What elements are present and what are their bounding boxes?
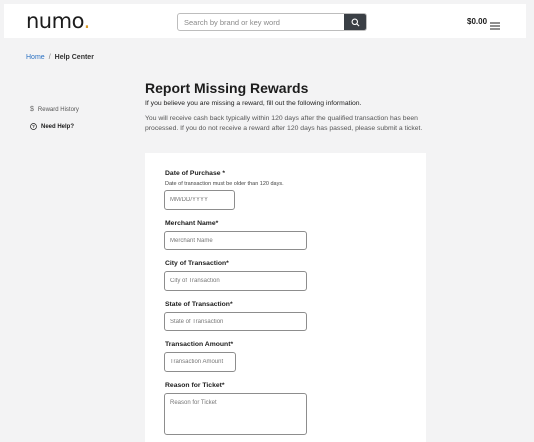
search-input[interactable] xyxy=(178,14,344,30)
hamburger-menu-icon xyxy=(490,22,500,30)
breadcrumb: Home / Help Center xyxy=(26,54,94,61)
merchant-name-field[interactable] xyxy=(164,231,307,250)
dollar-icon: $ xyxy=(30,106,34,113)
reason-for-ticket-field[interactable] xyxy=(164,393,307,435)
search-icon xyxy=(351,18,359,26)
sidebar-item-reward-history[interactable]: $ Reward History xyxy=(30,106,79,113)
date-of-purchase-hint: Date of transaction must be older than 1… xyxy=(165,181,284,187)
sidebar-item-label: Need Help? xyxy=(41,123,75,130)
numo-logo[interactable]: numo. xyxy=(26,9,90,33)
transaction-amount-field[interactable] xyxy=(164,352,236,372)
breadcrumb-separator: / xyxy=(48,54,51,61)
logo-text: numo xyxy=(26,9,84,33)
merchant-name-label: Merchant Name* xyxy=(165,220,219,227)
page-description: You will receive cash back typically wit… xyxy=(145,115,423,132)
transaction-amount-label: Transaction Amount* xyxy=(165,341,234,348)
sidebar-item-need-help[interactable]: ? Need Help? xyxy=(30,123,79,130)
page-subtitle: If you believe you are missing a reward,… xyxy=(145,100,362,107)
state-of-transaction-label: State of Transaction* xyxy=(165,301,233,308)
page-title: Report Missing Rewards xyxy=(145,80,309,96)
date-of-purchase-field[interactable] xyxy=(164,190,235,210)
city-of-transaction-label: City of Transaction* xyxy=(165,260,229,267)
report-form-card: Date of Purchase * Date of transaction m… xyxy=(145,153,426,442)
logo-dot: . xyxy=(83,9,91,33)
sidebar: $ Reward History ? Need Help? xyxy=(30,106,79,130)
city-of-transaction-field[interactable] xyxy=(164,271,307,291)
sidebar-item-label: Reward History xyxy=(37,106,79,113)
search-bar xyxy=(177,13,367,31)
breadcrumb-home-link[interactable]: Home xyxy=(26,54,45,61)
search-button[interactable] xyxy=(344,14,366,30)
help-circle-icon: ? xyxy=(30,123,37,130)
breadcrumb-current: Help Center xyxy=(54,54,94,61)
reason-for-ticket-label: Reason for Ticket* xyxy=(165,382,225,389)
menu-button[interactable] xyxy=(490,17,500,35)
balance-amount[interactable]: $0.00 xyxy=(467,17,487,26)
svg-text:?: ? xyxy=(32,124,35,129)
date-of-purchase-label: Date of Purchase * xyxy=(165,170,226,177)
state-of-transaction-field[interactable] xyxy=(164,312,307,331)
top-header: numo. $0.00 xyxy=(4,4,526,38)
